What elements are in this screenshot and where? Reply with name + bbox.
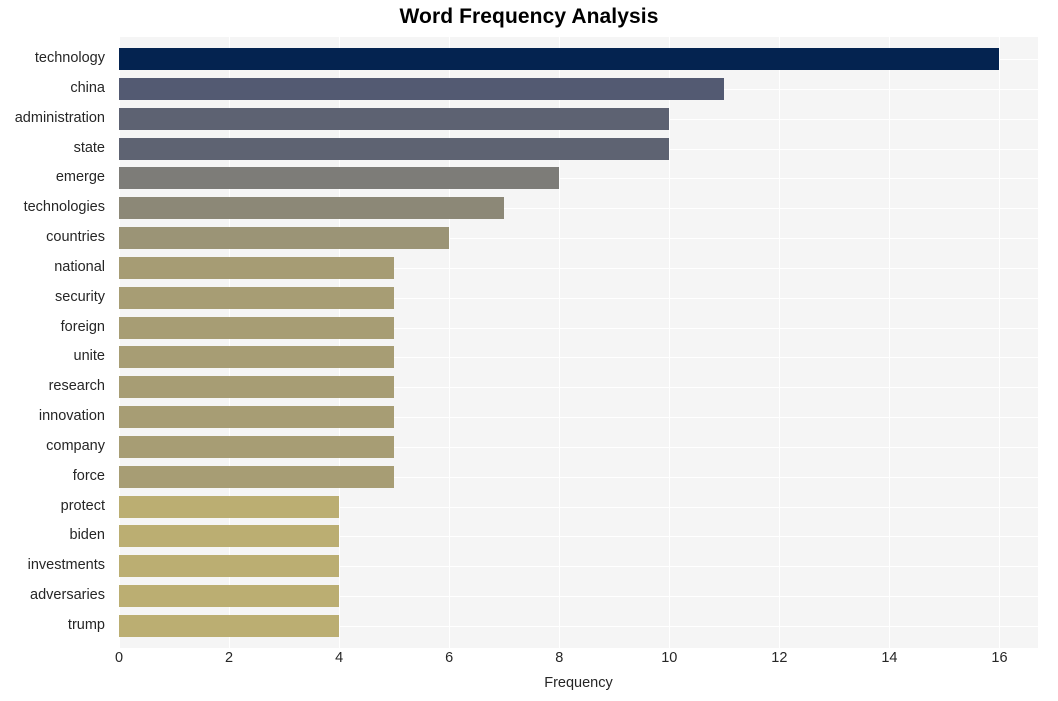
plot-area: [119, 37, 1038, 648]
y-tick-label-technologies: technologies: [23, 199, 105, 216]
gridline-vertical: [889, 37, 891, 648]
y-tick-label-national: national: [54, 258, 105, 275]
x-tick-label: 4: [335, 650, 344, 666]
bar-foreign[interactable]: [119, 316, 395, 339]
x-axis-label: Frequency: [544, 675, 613, 691]
y-tick-label-research: research: [48, 378, 105, 395]
bar-adversaries[interactable]: [119, 585, 340, 608]
bar-china[interactable]: [119, 77, 725, 100]
bar-countries[interactable]: [119, 227, 450, 250]
bar-trump[interactable]: [119, 615, 340, 637]
y-tick-label-state: state: [73, 139, 105, 156]
x-tick-label: 6: [445, 650, 454, 666]
y-tick-label-administration: administration: [14, 109, 105, 126]
word-frequency-chart: Word Frequency Analysis technology china a…: [0, 0, 1058, 701]
bar-unite[interactable]: [119, 346, 395, 369]
bar-administration[interactable]: [119, 107, 670, 130]
bar-technology[interactable]: [119, 48, 1000, 70]
bar-company[interactable]: [119, 435, 395, 458]
x-tick-label: 12: [771, 650, 788, 666]
y-tick-label-adversaries: adversaries: [30, 587, 105, 604]
y-tick-label-biden: biden: [69, 527, 105, 544]
y-tick-label-protect: protect: [60, 497, 105, 514]
y-tick-label-emerge: emerge: [55, 169, 105, 186]
chart-title: Word Frequency Analysis: [399, 5, 659, 28]
bar-protect[interactable]: [119, 495, 340, 518]
bar-security[interactable]: [119, 286, 395, 309]
x-tick-label: 0: [114, 650, 124, 666]
x-axis-tick-labels: 0 2 4 6 8 10 12 14 16: [0, 650, 1058, 676]
gridline-vertical: [779, 37, 781, 648]
x-tick-label: 16: [991, 650, 1008, 666]
y-tick-label-unite: unite: [73, 348, 105, 365]
y-tick-label-innovation: innovation: [38, 408, 105, 425]
y-tick-label-company: company: [46, 437, 105, 454]
bar-biden[interactable]: [119, 525, 340, 548]
bar-technologies[interactable]: [119, 197, 505, 220]
x-tick-label: 2: [225, 650, 234, 666]
y-tick-label-foreign: foreign: [60, 318, 105, 335]
x-tick-label: 14: [881, 650, 898, 666]
gridline-vertical: [999, 37, 1001, 648]
x-tick-label: 10: [661, 650, 678, 666]
bar-innovation[interactable]: [119, 406, 395, 429]
bar-emerge[interactable]: [119, 167, 560, 190]
gridline-vertical: [669, 37, 671, 648]
y-tick-label-technology: technology: [34, 50, 105, 66]
bar-investments[interactable]: [119, 555, 340, 578]
x-tick-label: 8: [555, 650, 564, 666]
bar-force[interactable]: [119, 465, 395, 488]
y-tick-label-trump: trump: [67, 617, 105, 633]
y-tick-label-china: china: [70, 79, 105, 96]
bar-state[interactable]: [119, 137, 670, 160]
bar-research[interactable]: [119, 376, 395, 399]
y-tick-label-security: security: [55, 288, 105, 305]
y-tick-label-countries: countries: [46, 229, 105, 246]
y-tick-label-investments: investments: [27, 557, 105, 574]
y-axis-tick-labels: technology china administration state emerge…: [0, 37, 112, 648]
bar-national[interactable]: [119, 256, 395, 279]
y-tick-label-force: force: [72, 467, 105, 484]
